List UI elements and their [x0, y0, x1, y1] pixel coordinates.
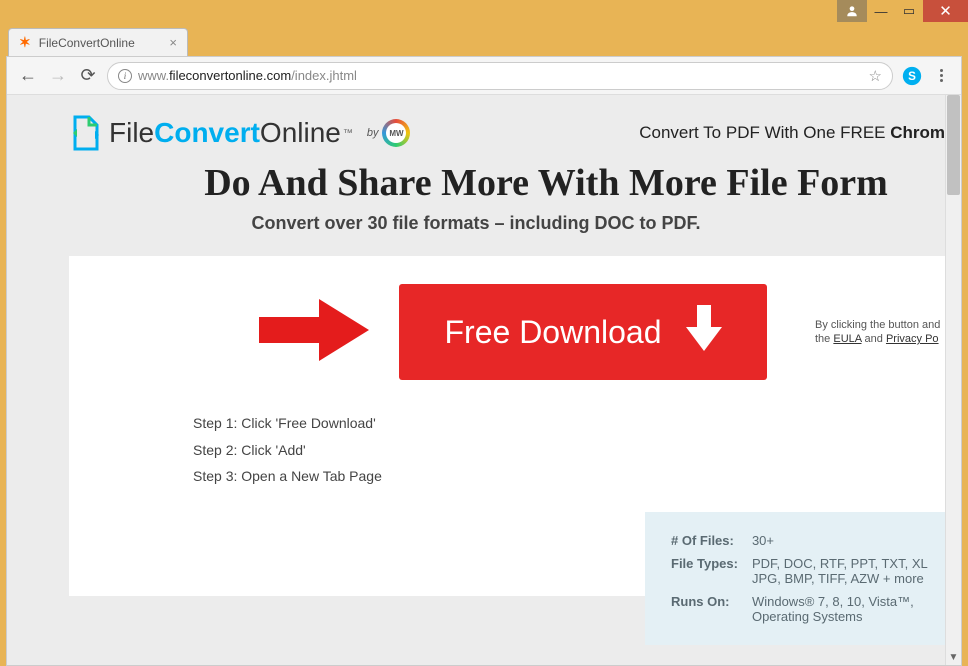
close-window-button[interactable]: ✕	[923, 0, 968, 22]
subheadline: Convert over 30 file formats – including…	[7, 213, 945, 256]
address-bar[interactable]: i www.fileconvertonline.com/index.jhtml …	[107, 62, 893, 90]
info-files-value: 30+	[746, 530, 935, 551]
minimize-button[interactable]: —	[867, 0, 895, 22]
header-tagline: Convert To PDF With One FREE Chrom	[639, 123, 945, 143]
download-row: Free Download By clicking the button and…	[69, 284, 945, 380]
info-runs-label: Runs On:	[665, 591, 744, 627]
url-text: www.fileconvertonline.com/index.jhtml	[138, 68, 863, 83]
logo-file-icon	[69, 115, 101, 151]
logo-text-online: Online	[260, 117, 341, 149]
eula-link[interactable]: EULA	[833, 333, 861, 345]
browser-menu-button[interactable]	[931, 69, 951, 82]
reload-button[interactable]: ⟳	[77, 65, 99, 87]
browser-window: — ▭ ✕ ✶ FileConvertOnline × ← → ⟳ i www.…	[0, 0, 968, 640]
red-arrow-icon	[259, 299, 369, 366]
window-titlebar: — ▭ ✕	[0, 0, 968, 24]
favicon-icon: ✶	[19, 34, 31, 51]
viewport: FileConvertOnline™ by MW Convert To PDF …	[7, 95, 961, 665]
info-types-value: PDF, DOC, RTF, PPT, TXT, XL JPG, BMP, TI…	[746, 553, 935, 589]
browser-tab[interactable]: ✶ FileConvertOnline ×	[8, 28, 188, 56]
browser-frame: ← → ⟳ i www.fileconvertonline.com/index.…	[6, 56, 962, 666]
user-account-button[interactable]	[837, 0, 867, 22]
info-runs-value: Windows® 7, 8, 10, Vista™, Operating Sys…	[746, 591, 935, 627]
download-arrow-icon	[686, 305, 722, 359]
skype-extension-icon[interactable]: S	[901, 65, 923, 87]
step-2: Step 2: Click 'Add'	[193, 437, 945, 464]
step-3: Step 3: Open a New Tab Page	[193, 463, 945, 490]
back-button[interactable]: ←	[17, 65, 39, 87]
svg-text:S: S	[908, 70, 916, 83]
scroll-down-icon[interactable]: ▼	[946, 649, 961, 665]
free-download-button[interactable]: Free Download	[399, 284, 767, 380]
privacy-link[interactable]: Privacy Po	[886, 333, 939, 345]
legal-text: By clicking the button and the EULA and …	[815, 318, 940, 347]
logo-text-convert: Convert	[154, 117, 260, 149]
logo-text-file: File	[109, 117, 154, 149]
steps-list: Step 1: Click 'Free Download' Step 2: Cl…	[193, 410, 945, 490]
info-box: # Of Files:30+ File Types:PDF, DOC, RTF,…	[645, 512, 945, 645]
page-header: FileConvertOnline™ by MW Convert To PDF …	[7, 95, 945, 161]
forward-button[interactable]: →	[47, 65, 69, 87]
close-tab-button[interactable]: ×	[169, 35, 177, 50]
tab-strip: ✶ FileConvertOnline ×	[0, 24, 968, 56]
by-label: by	[367, 127, 379, 139]
logo-tm: ™	[343, 128, 353, 139]
by-badge: by MW	[367, 119, 411, 147]
headline: Do And Share More With More File Form	[147, 161, 945, 213]
info-files-label: # Of Files:	[665, 530, 744, 551]
vertical-scrollbar[interactable]: ▲ ▼	[945, 95, 961, 665]
site-logo[interactable]: FileConvertOnline™	[69, 115, 353, 151]
tab-title: FileConvertOnline	[39, 36, 135, 50]
mindspark-icon: MW	[382, 119, 410, 147]
bookmark-star-icon[interactable]: ☆	[869, 67, 882, 85]
browser-toolbar: ← → ⟳ i www.fileconvertonline.com/index.…	[7, 57, 961, 95]
download-card: Free Download By clicking the button and…	[69, 256, 945, 596]
maximize-button[interactable]: ▭	[895, 0, 923, 22]
download-button-label: Free Download	[445, 314, 662, 351]
step-1: Step 1: Click 'Free Download'	[193, 410, 945, 437]
site-info-icon[interactable]: i	[118, 69, 132, 83]
info-types-label: File Types:	[665, 553, 744, 589]
scrollbar-thumb[interactable]	[947, 95, 960, 195]
page-content: FileConvertOnline™ by MW Convert To PDF …	[7, 95, 945, 665]
